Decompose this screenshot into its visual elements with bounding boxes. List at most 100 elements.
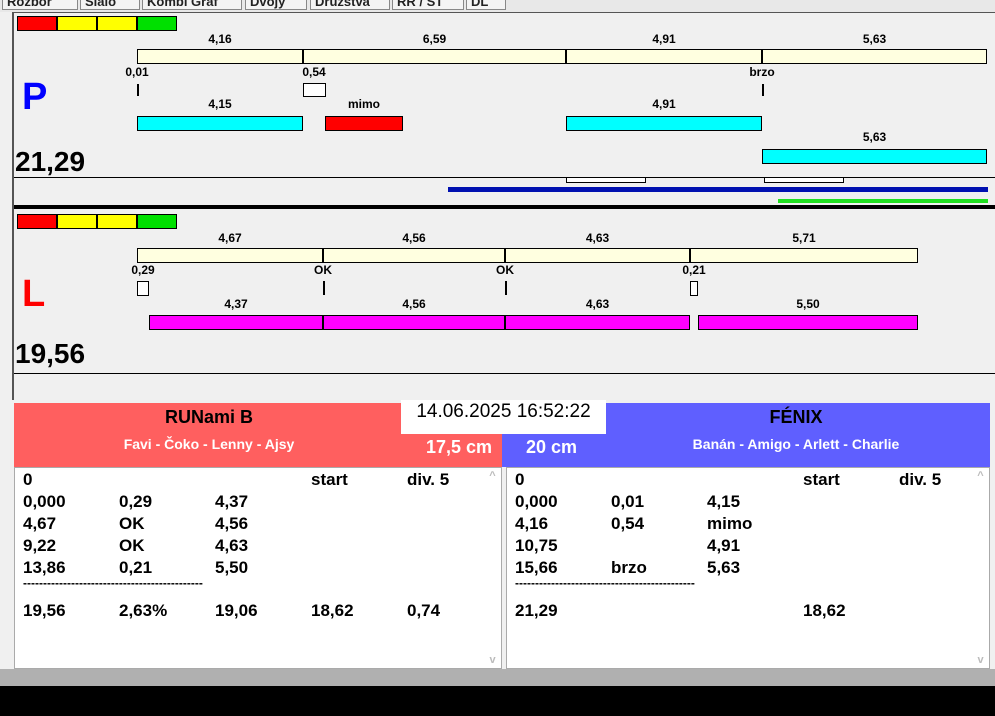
p-run-bar — [566, 116, 762, 131]
l-run-label: 4,37 — [224, 297, 248, 311]
grade-legend-3 — [137, 16, 177, 31]
cell: 9,22 — [23, 536, 57, 555]
right-team-height: 20 cm — [526, 437, 578, 457]
cell: 0,000 — [23, 492, 66, 511]
tab-0[interactable]: Rozbor — [2, 0, 78, 10]
tab-6[interactable]: DL — [466, 0, 506, 10]
table-row: 19,56 2,63% 19,06 18,62 0,74 — [23, 601, 483, 623]
scrollbar[interactable]: ^ v — [972, 468, 989, 668]
cell: OK — [119, 514, 145, 533]
l-exchange-label: 0,21 — [682, 263, 706, 277]
cell: 4,91 — [707, 536, 741, 555]
cell: 0 — [23, 470, 33, 489]
p-exchange-label: 0,54 — [302, 65, 326, 79]
table-row: 9,22 OK 4,63 — [23, 536, 483, 558]
cell: 18,62 — [311, 601, 354, 620]
l-track-segment — [505, 248, 690, 263]
scroll-up-icon[interactable]: ^ — [484, 470, 501, 482]
progress-green — [778, 199, 988, 203]
tab-1[interactable]: Slalo — [80, 0, 140, 10]
cell: 4,56 — [215, 514, 249, 533]
l-split-label: 4,67 — [218, 231, 242, 245]
cell: 5,63 — [707, 558, 741, 577]
cell: 0,21 — [119, 558, 153, 577]
table-row: 0 start div. 5 — [23, 470, 483, 492]
cell: 0,74 — [407, 601, 441, 620]
scroll-down-icon[interactable]: v — [972, 654, 989, 666]
l-fault-box — [690, 281, 698, 296]
tab-5[interactable]: RR / ST — [392, 0, 464, 10]
cell: 19,56 — [23, 601, 66, 620]
grade-legend-0 — [17, 214, 57, 229]
table-row: 4,67 OK 4,56 — [23, 514, 483, 536]
l-run-label: 5,50 — [796, 297, 820, 311]
p-split-label: 4,16 — [208, 32, 232, 46]
tab-3[interactable]: Dvojy — [245, 0, 307, 10]
cell: 4,67 — [23, 514, 57, 533]
taskbar-area — [0, 686, 995, 716]
grade-legend-2 — [97, 214, 137, 229]
p-track-segment — [303, 49, 566, 64]
right-team-name: FÉNIX — [769, 407, 823, 427]
l-run-label: 4,56 — [402, 297, 426, 311]
cell: div. 5 — [899, 470, 942, 489]
progress-blue — [448, 187, 988, 192]
cell: 0,01 — [611, 492, 645, 511]
left-team-dogs: Favi - Čoko - Lenny - Ajsy — [123, 436, 295, 452]
p-run-bar — [137, 116, 303, 131]
left-team-results[interactable]: 0 start div. 5 0,000 0,29 4,37 4,67 OK 4,56 9,22 O… — [14, 467, 502, 669]
left-team-height: 17,5 cm — [425, 437, 492, 457]
p-tick — [762, 84, 764, 96]
scrollbar[interactable]: ^ v — [484, 468, 501, 668]
cell: 0,54 — [611, 514, 645, 533]
grade-legend-1 — [57, 16, 97, 31]
right-team-results[interactable]: 0 start div. 5 0,000 0,01 4,15 4,16 0,54 mimo 10,… — [506, 467, 990, 669]
cell: 4,63 — [215, 536, 249, 555]
cell: 4,16 — [515, 514, 549, 533]
l-tick — [323, 281, 325, 295]
p-run-bar — [762, 149, 987, 164]
scroll-up-icon[interactable]: ^ — [972, 470, 989, 482]
cell: 0,000 — [515, 492, 558, 511]
grade-legend-3 — [137, 214, 177, 229]
l-run-bar — [698, 315, 918, 330]
l-fault-box — [137, 281, 149, 296]
cell: 18,62 — [803, 601, 846, 620]
scroll-down-icon[interactable]: v — [484, 654, 501, 666]
p-split-label: 5,63 — [862, 32, 887, 46]
separator: ----------------------------------------… — [515, 576, 695, 590]
cell: 15,66 — [515, 558, 558, 577]
cell: 2,63% — [119, 601, 168, 620]
l-track-segment — [323, 248, 505, 263]
grade-legend-0 — [17, 16, 57, 31]
cell: 5,50 — [215, 558, 249, 577]
l-run-bar — [505, 315, 690, 330]
p-run-label: 4,15 — [208, 97, 232, 111]
status-strip — [0, 669, 995, 686]
l-split-label: 5,71 — [792, 231, 816, 245]
grade-legend-1 — [57, 214, 97, 229]
cell: 19,06 — [215, 601, 258, 620]
p-split-label: 4,91 — [652, 32, 676, 46]
tab-4[interactable]: Družstvá — [310, 0, 390, 10]
cell: 10,75 — [515, 536, 558, 555]
l-lane-letter: L — [22, 273, 46, 315]
p-fault-box — [303, 83, 326, 97]
l-track-segment — [690, 248, 918, 263]
p-exchange-label: brzo — [749, 65, 775, 79]
cell: brzo — [611, 558, 647, 577]
datetime: 14.06.2025 16:52:22 — [401, 400, 606, 434]
cell: 4,15 — [707, 492, 741, 511]
tab-2[interactable]: Kombi Graf — [142, 0, 242, 10]
separator: ----------------------------------------… — [23, 576, 203, 590]
p-split-label: 6,59 — [422, 32, 447, 46]
p-run-label: 4,91 — [652, 97, 676, 111]
divider — [14, 373, 995, 374]
divider — [14, 177, 995, 178]
p-track-segment — [137, 49, 303, 64]
l-tick — [505, 281, 507, 295]
l-exchange-label: OK — [496, 263, 514, 277]
tab-bar: Rozbor Slalo Kombi Graf Dvojy Družstvá RR / S… — [0, 0, 995, 12]
p-run-label: mimo — [347, 97, 381, 111]
cell: 13,86 — [23, 558, 66, 577]
